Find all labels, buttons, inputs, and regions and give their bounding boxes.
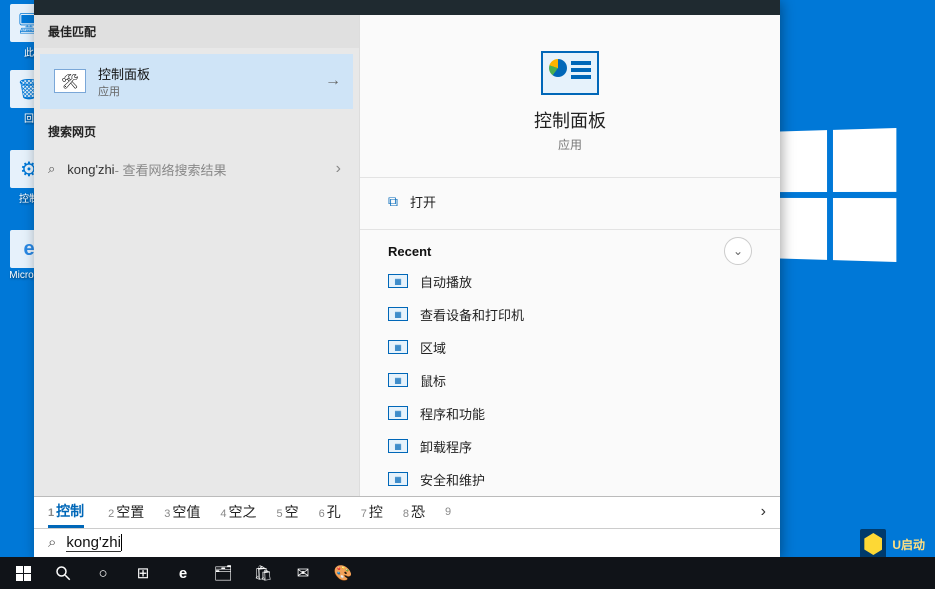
cortana-button[interactable]: ○ (86, 559, 120, 587)
ime-candidate[interactable]: 6孔 (319, 502, 341, 522)
ime-candidate-bar: 1控制 2空置 3空值 4空之 5空 6孔 7控 8恐 9 › (34, 496, 780, 528)
control-panel-small-icon: ▦ (388, 340, 408, 354)
search-icon: ⌕ (48, 534, 56, 551)
taskbar-paint[interactable]: 🎨 (326, 559, 360, 587)
ime-candidate[interactable]: 9 (445, 502, 453, 522)
preview-subtitle: 应用 (388, 136, 752, 153)
taskbar-explorer[interactable]: 🗂 (206, 559, 240, 587)
ime-index: 3 (164, 508, 170, 520)
control-panel-small-icon: ▦ (388, 439, 408, 453)
chevron-down-icon: ⌄ (733, 244, 743, 258)
cortana-icon: ○ (98, 565, 107, 582)
ime-index: 1 (48, 507, 54, 519)
taskbar-store[interactable]: 🛍 (246, 559, 280, 587)
recent-item[interactable]: ▦ 安全和维护 (388, 463, 752, 496)
ime-composition: kong'zhi (66, 534, 121, 552)
folder-icon: 🗂 (213, 564, 232, 582)
panel-titlebar (34, 0, 780, 15)
ime-candidate[interactable]: 7控 (361, 502, 383, 522)
recent-item[interactable]: ▦ 自动播放 (388, 265, 752, 298)
ime-candidate[interactable]: 8恐 (403, 502, 425, 522)
windows-icon (16, 566, 31, 581)
preview-column: 控制面板 应用 ⧉ 打开 ⌄ Recent ▦自动播放▦查看设备和打印机▦区域▦… (360, 15, 780, 496)
ime-candidate[interactable]: 4空之 (220, 502, 256, 522)
control-panel-small-icon: ▦ (388, 373, 408, 387)
taskbar-edge[interactable]: e (166, 559, 200, 587)
recent-item[interactable]: ▦ 程序和功能 (388, 397, 752, 430)
divider (360, 229, 780, 230)
windows-logo (768, 128, 897, 262)
recent-item[interactable]: ▦ 卸载程序 (388, 430, 752, 463)
search-input[interactable]: kong'zhi (66, 534, 766, 551)
recent-item-label: 区域 (420, 338, 446, 357)
recent-item-label: 卸载程序 (420, 437, 472, 456)
control-panel-icon: 🛠 (54, 69, 86, 93)
recent-item-label: 鼠标 (420, 371, 446, 390)
ime-index: 4 (220, 508, 226, 520)
store-icon: 🛍 (253, 564, 272, 582)
paint-icon: 🎨 (334, 564, 353, 582)
ime-candidate[interactable]: 2空置 (108, 502, 144, 522)
ime-index: 5 (277, 508, 283, 520)
recent-item[interactable]: ▦ 查看设备和打印机 (388, 298, 752, 331)
recent-header: Recent (388, 244, 752, 259)
chevron-right-icon[interactable]: › (761, 503, 766, 521)
control-panel-large-icon (541, 51, 599, 95)
ime-candidate[interactable]: 1控制 (48, 501, 84, 521)
control-panel-small-icon: ▦ (388, 406, 408, 420)
recent-item[interactable]: ▦ 鼠标 (388, 364, 752, 397)
taskbar: ○ ⊞ e 🗂 🛍 ✉ 🎨 (0, 557, 935, 589)
mail-icon: ✉ (297, 564, 310, 582)
best-match-header: 最佳匹配 (34, 15, 359, 48)
preview-title: 控制面板 (388, 107, 752, 133)
recent-item-label: 查看设备和打印机 (420, 305, 524, 324)
task-view-button[interactable]: ⊞ (126, 559, 160, 587)
shield-icon (860, 529, 886, 559)
chevron-right-icon: › (336, 160, 341, 178)
search-icon (54, 564, 72, 582)
edge-icon: e (179, 565, 187, 582)
expand-button[interactable]: ⌄ (724, 237, 752, 265)
taskbar-search-button[interactable] (46, 559, 80, 587)
control-panel-small-icon: ▦ (388, 472, 408, 486)
search-input-row[interactable]: ⌕ kong'zhi (34, 528, 780, 557)
arrow-right-icon: → (325, 72, 341, 90)
control-panel-small-icon: ▦ (388, 307, 408, 321)
web-search-item[interactable]: ⌕ kong'zhi - 查看网络搜索结果 › (34, 148, 359, 191)
web-search-header: 搜索网页 (34, 115, 359, 148)
ime-index: 6 (319, 508, 325, 520)
open-action[interactable]: ⧉ 打开 (388, 178, 752, 225)
best-match-item[interactable]: 🛠 控制面板 应用 → (40, 54, 353, 109)
web-suffix: - 查看网络搜索结果 (115, 160, 227, 179)
ime-candidate[interactable]: 3空值 (164, 502, 200, 522)
open-label: 打开 (410, 192, 436, 211)
ime-index: 7 (361, 508, 367, 520)
open-icon: ⧉ (388, 193, 398, 210)
recent-item[interactable]: ▦ 区域 (388, 331, 752, 364)
results-column: 最佳匹配 🛠 控制面板 应用 → 搜索网页 ⌕ kong'zhi - 查看网络搜… (34, 15, 360, 496)
control-panel-small-icon: ▦ (388, 274, 408, 288)
best-match-subtitle: 应用 (98, 83, 150, 99)
start-search-panel: 最佳匹配 🛠 控制面板 应用 → 搜索网页 ⌕ kong'zhi - 查看网络搜… (34, 0, 780, 557)
ime-index: 8 (403, 508, 409, 520)
web-query: kong'zhi (67, 162, 114, 177)
taskbar-mail[interactable]: ✉ (286, 559, 320, 587)
best-match-title: 控制面板 (98, 64, 150, 83)
recent-item-label: 安全和维护 (420, 470, 485, 489)
ime-index: 2 (108, 508, 114, 520)
recent-item-label: 自动播放 (420, 272, 472, 291)
search-icon: ⌕ (48, 161, 55, 177)
ime-index: 9 (445, 506, 451, 518)
recent-item-label: 程序和功能 (420, 404, 485, 423)
task-view-icon: ⊞ (137, 564, 150, 582)
start-button[interactable] (6, 559, 40, 587)
watermark: U启动 (860, 529, 925, 559)
ime-candidate[interactable]: 5空 (277, 502, 299, 522)
